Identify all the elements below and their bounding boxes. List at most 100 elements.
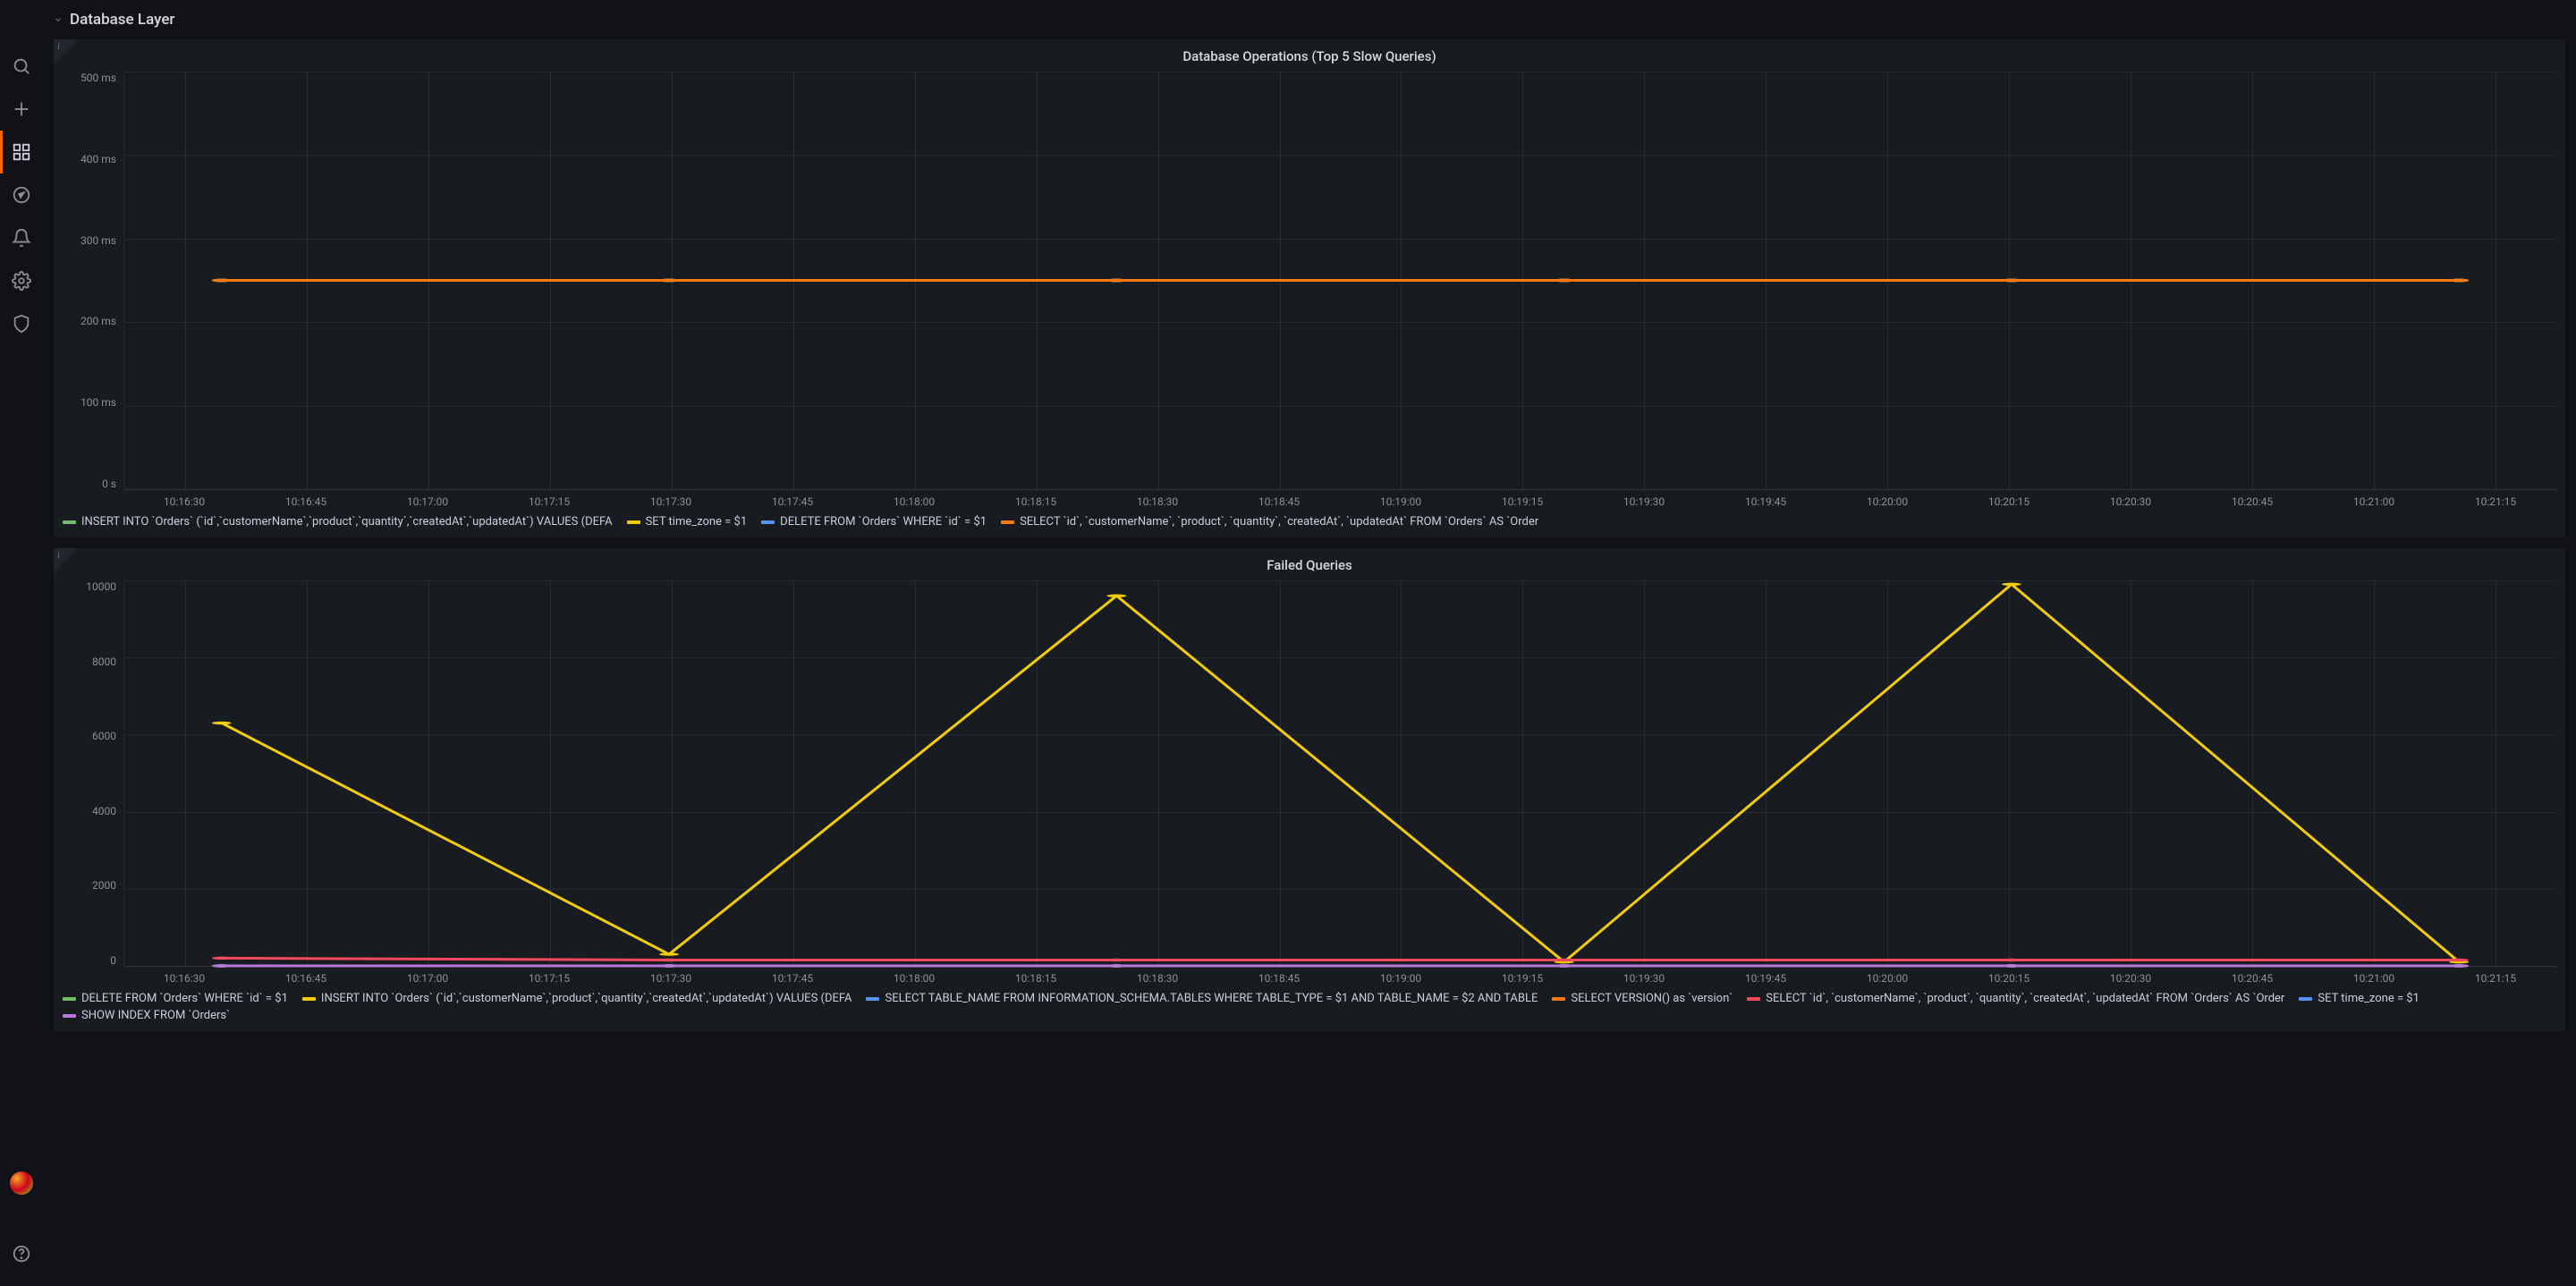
y-tick: 6000 [92, 730, 116, 742]
section-title: Database Layer [70, 11, 174, 29]
x-tick: 10:18:30 [1097, 972, 1218, 985]
sidebar-explore[interactable] [0, 173, 43, 216]
x-tick: 10:20:45 [2191, 972, 2313, 985]
legend-label: SET time_zone = $1 [646, 515, 748, 529]
legend-swatch [63, 1014, 76, 1018]
legend-swatch [1552, 997, 1565, 1001]
panel-title: Database Operations (Top 5 Slow Queries) [63, 45, 2556, 72]
x-tick: 10:18:00 [853, 972, 975, 985]
info-icon[interactable]: i [57, 550, 60, 561]
settings-icon [12, 271, 31, 291]
legend-item[interactable]: SELECT TABLE_NAME FROM INFORMATION_SCHEM… [866, 992, 1538, 1005]
x-tick: 10:20:00 [1826, 495, 1948, 508]
x-tick: 10:19:00 [1340, 972, 1462, 985]
sidebar [0, 0, 43, 1286]
x-tick: 10:19:30 [1583, 495, 1705, 508]
sidebar-dashboards[interactable] [0, 131, 43, 173]
x-tick: 10:16:45 [245, 972, 367, 985]
x-tick: 10:18:30 [1097, 495, 1218, 508]
y-axis: 500 ms400 ms300 ms200 ms100 ms0 s [63, 72, 123, 490]
legend-swatch [63, 997, 76, 1001]
panel-failed-queries[interactable]: i Failed Queries 1000080006000400020000 … [54, 548, 2565, 1031]
legend-swatch [1001, 520, 1014, 524]
y-tick: 10000 [86, 580, 116, 593]
info-icon[interactable]: i [57, 41, 60, 52]
x-tick: 10:16:30 [123, 495, 245, 508]
x-tick: 10:20:30 [2070, 495, 2191, 508]
x-tick: 10:21:00 [2313, 495, 2435, 508]
x-tick: 10:20:45 [2191, 495, 2313, 508]
x-tick: 10:19:45 [1705, 495, 1826, 508]
x-tick: 10:20:15 [1948, 495, 2070, 508]
x-tick: 10:17:15 [488, 495, 610, 508]
legend-swatch [1747, 997, 1760, 1001]
x-tick: 10:21:00 [2313, 972, 2435, 985]
x-tick: 10:19:00 [1340, 495, 1462, 508]
y-tick: 0 [110, 954, 116, 967]
x-tick: 10:17:30 [610, 495, 732, 508]
y-tick: 8000 [92, 656, 116, 668]
x-tick: 10:17:15 [488, 972, 610, 985]
x-tick: 10:19:45 [1705, 972, 1826, 985]
sidebar-alerting[interactable] [0, 216, 43, 259]
legend-label: DELETE FROM `Orders` WHERE `id` = $1 [81, 992, 288, 1005]
sidebar-search[interactable] [0, 45, 43, 88]
x-axis: 10:16:3010:16:4510:17:0010:17:1510:17:30… [123, 967, 2556, 985]
x-tick: 10:17:00 [367, 495, 488, 508]
x-tick: 10:17:45 [732, 495, 853, 508]
legend-item[interactable]: SET time_zone = $1 [2299, 992, 2419, 1005]
legend-swatch [761, 520, 775, 524]
section-header[interactable]: Database Layer [54, 0, 2565, 39]
legend-item[interactable]: INSERT INTO `Orders` (`id`,`customerName… [63, 515, 613, 529]
legend-swatch [63, 520, 76, 524]
legend-label: SET time_zone = $1 [2318, 992, 2419, 1005]
x-tick: 10:16:30 [123, 972, 245, 985]
x-tick: 10:18:15 [975, 495, 1097, 508]
legend-label: DELETE FROM `Orders` WHERE `id` = $1 [780, 515, 987, 529]
main-content: Database Layer i Database Operations (To… [43, 0, 2576, 1286]
x-tick: 10:17:45 [732, 972, 853, 985]
search-icon [12, 56, 31, 76]
y-tick: 200 ms [80, 315, 116, 327]
legend-item[interactable]: DELETE FROM `Orders` WHERE `id` = $1 [761, 515, 987, 529]
legend-item[interactable]: SELECT `id`, `customerName`, `product`, … [1001, 515, 1538, 529]
legend-label: SELECT `id`, `customerName`, `product`, … [1020, 515, 1538, 529]
chart-plot[interactable] [123, 72, 2556, 490]
legend-item[interactable]: SELECT `id`, `customerName`, `product`, … [1747, 992, 2284, 1005]
x-tick: 10:20:30 [2070, 972, 2191, 985]
legend-item[interactable]: INSERT INTO `Orders` (`id`,`customerName… [302, 992, 852, 1005]
legend: INSERT INTO `Orders` (`id`,`customerName… [63, 508, 2556, 529]
legend: DELETE FROM `Orders` WHERE `id` = $1 INSE… [63, 985, 2556, 1022]
legend-item[interactable]: SELECT VERSION() as `version` [1552, 992, 1733, 1005]
sidebar-create[interactable] [0, 88, 43, 131]
sidebar-settings[interactable] [0, 259, 43, 302]
sidebar-help[interactable] [0, 1232, 43, 1275]
x-tick: 10:19:15 [1462, 495, 1583, 508]
legend-label: SELECT `id`, `customerName`, `product`, … [1766, 992, 2284, 1005]
x-tick: 10:20:00 [1826, 972, 1948, 985]
chart-plot[interactable] [123, 580, 2556, 967]
y-tick: 300 ms [80, 234, 116, 247]
alerting-icon [12, 228, 31, 248]
legend-swatch [2299, 997, 2312, 1001]
legend-label: INSERT INTO `Orders` (`id`,`customerName… [81, 515, 613, 529]
x-tick: 10:18:45 [1218, 972, 1340, 985]
avatar[interactable] [10, 1172, 33, 1195]
y-tick: 4000 [92, 805, 116, 817]
x-tick: 10:19:15 [1462, 972, 1583, 985]
sidebar-admin[interactable] [0, 302, 43, 345]
y-tick: 400 ms [80, 153, 116, 165]
legend-item[interactable]: DELETE FROM `Orders` WHERE `id` = $1 [63, 992, 288, 1005]
plus-icon [12, 99, 31, 119]
legend-item[interactable]: SET time_zone = $1 [627, 515, 748, 529]
legend-swatch [627, 520, 640, 524]
x-tick: 10:17:30 [610, 972, 732, 985]
legend-label: SELECT VERSION() as `version` [1571, 992, 1733, 1005]
x-tick: 10:21:15 [2435, 972, 2556, 985]
y-tick: 100 ms [80, 396, 116, 409]
x-tick: 10:19:30 [1583, 972, 1705, 985]
help-icon [12, 1244, 31, 1264]
panel-slow-queries[interactable]: i Database Operations (Top 5 Slow Querie… [54, 39, 2565, 537]
legend-item[interactable]: SHOW INDEX FROM `Orders` [63, 1009, 230, 1022]
y-tick: 2000 [92, 879, 116, 892]
